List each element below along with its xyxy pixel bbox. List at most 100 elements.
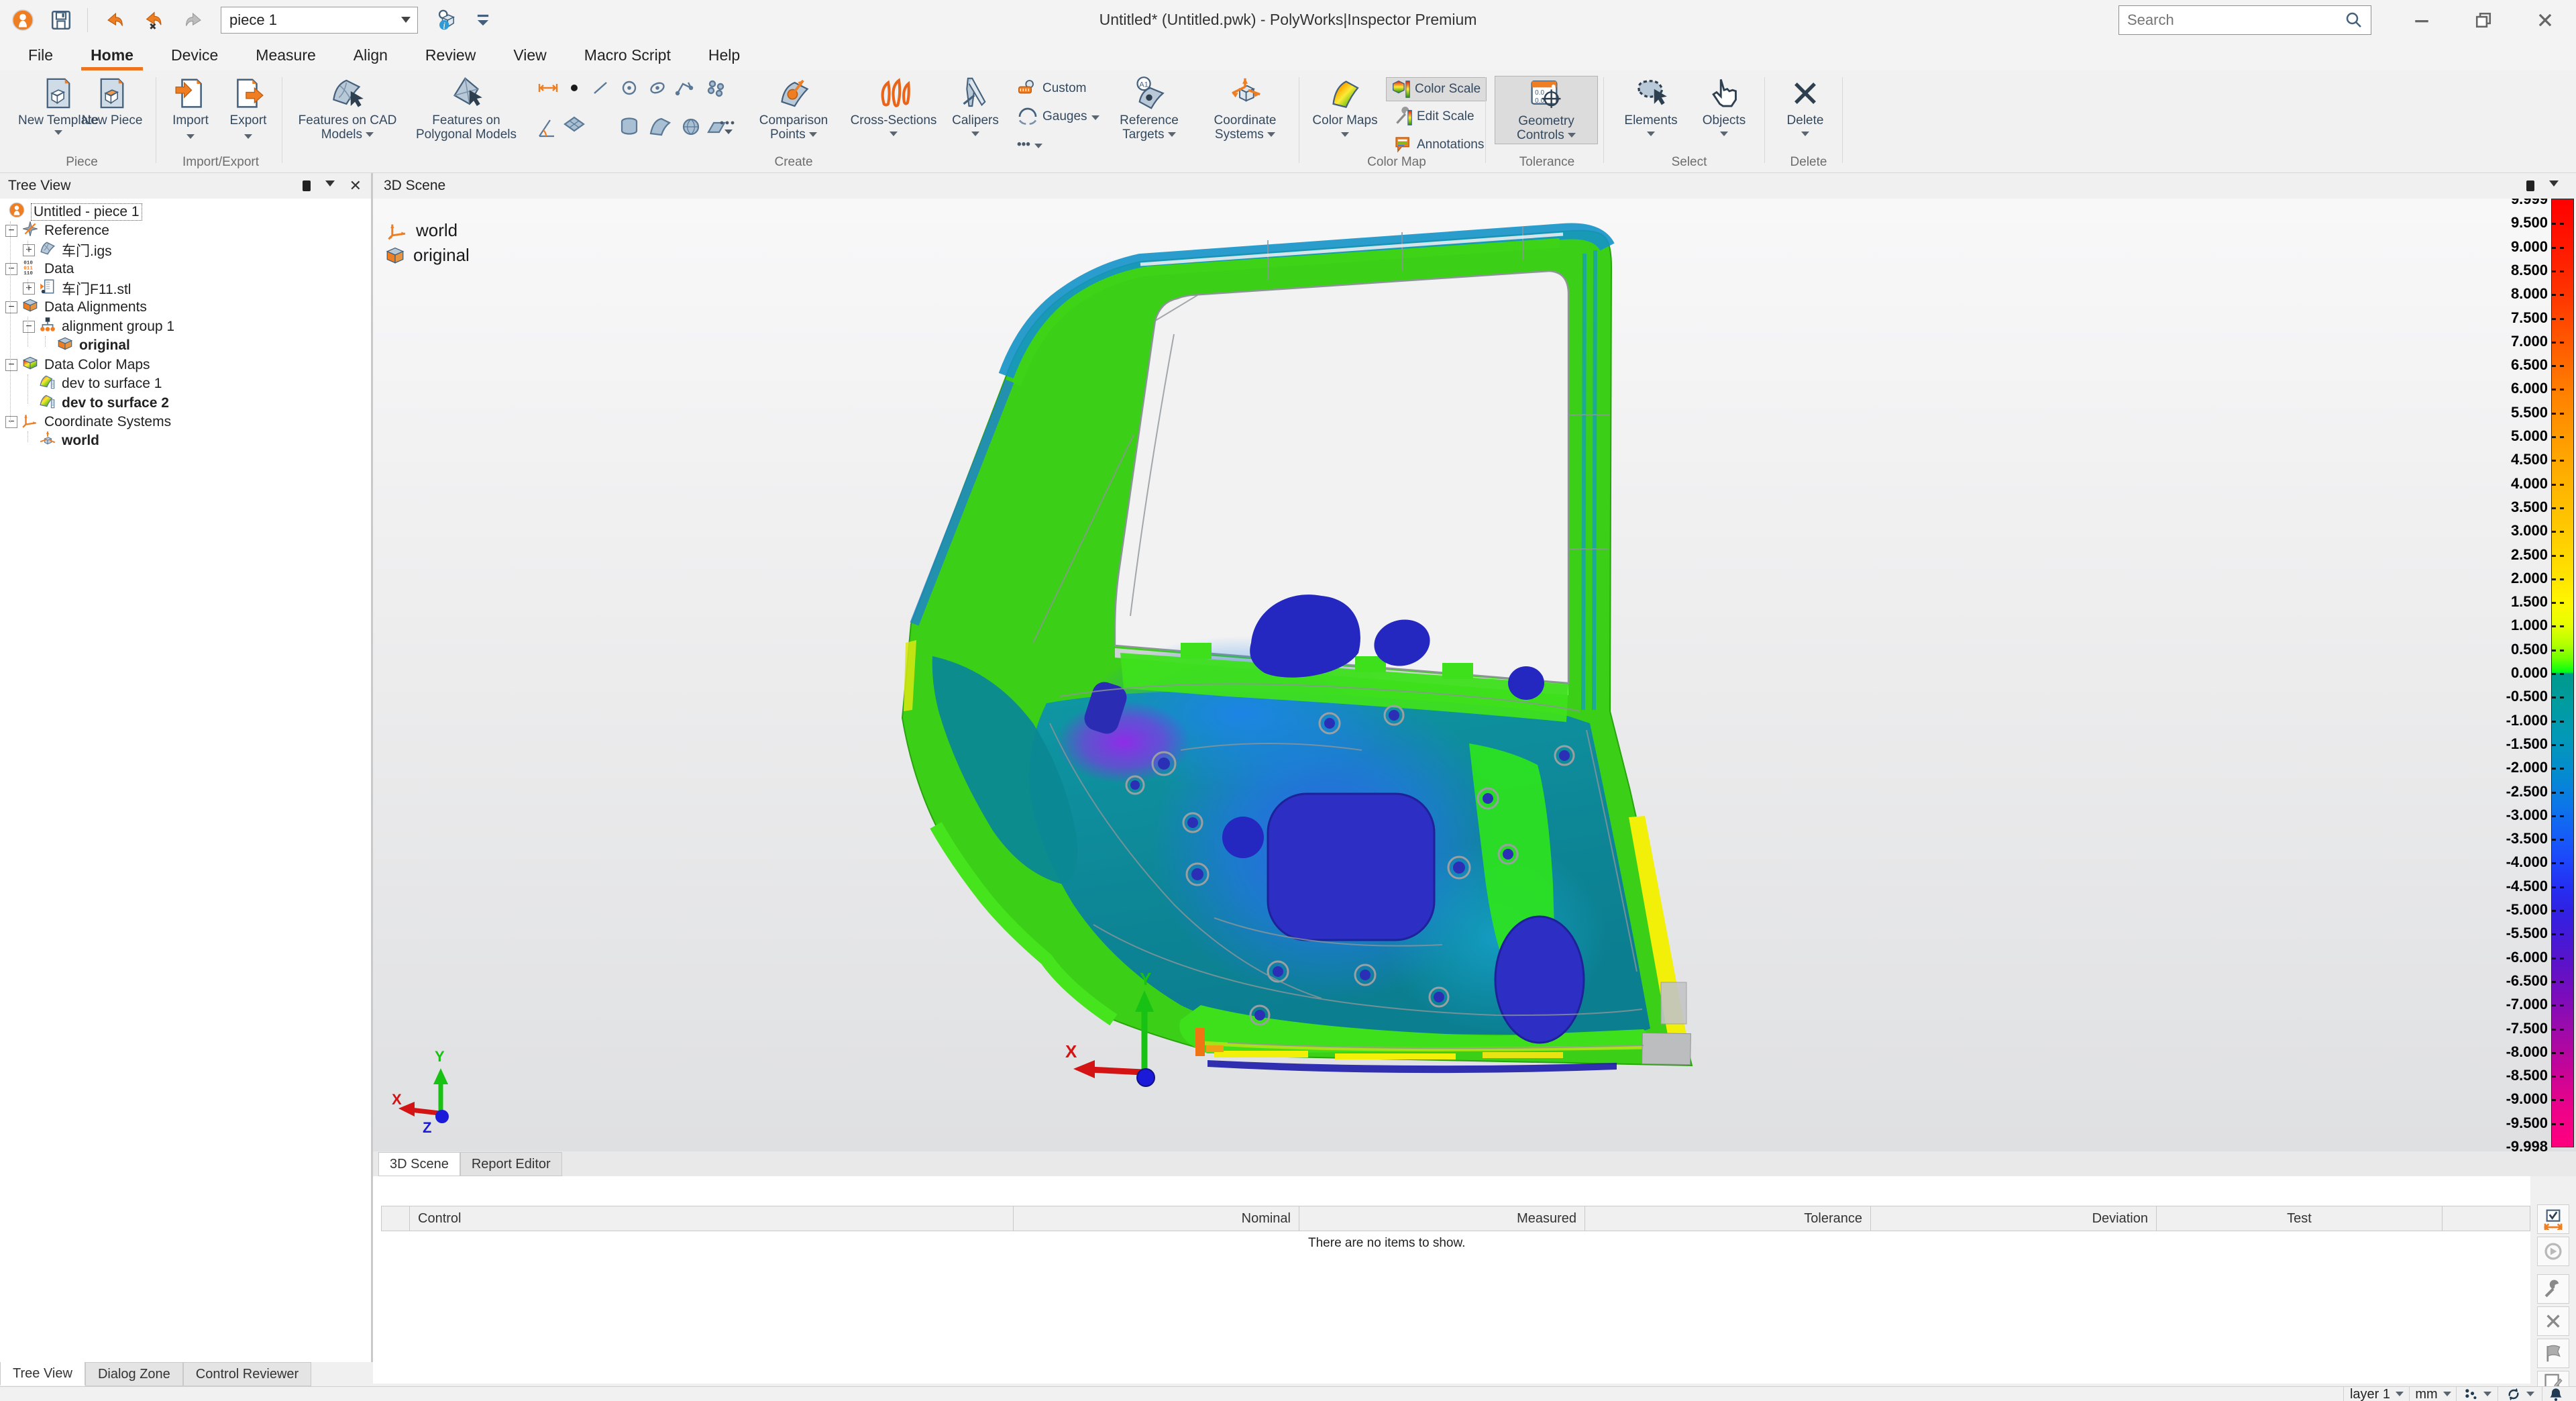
tree-item-world[interactable]: world [23, 431, 99, 450]
menu-item-view[interactable]: View [494, 40, 565, 70]
new-piece-button[interactable]: New Piece [75, 76, 149, 127]
cross-sections-button[interactable]: Cross-Sections [847, 76, 941, 138]
panel-menu-icon[interactable] [2549, 180, 2559, 191]
calipers-button[interactable]: Calipers [943, 76, 1008, 138]
pin-icon[interactable] [303, 180, 311, 191]
tree-item-reference[interactable]: −Reference [5, 221, 109, 240]
tree-item-车门-igs[interactable]: +车门.igs [23, 241, 112, 260]
menu-item-review[interactable]: Review [407, 40, 494, 70]
menu-item-home[interactable]: Home [72, 40, 152, 70]
tree-item-alignment-group-1[interactable]: −alignment group 1 [23, 317, 174, 336]
custom-gauge-button[interactable]: Custom [1012, 77, 1091, 100]
sync-menu[interactable] [2498, 1387, 2542, 1401]
color-scale-toggle[interactable]: Color Scale [1386, 77, 1487, 101]
scale-tick-mark [2552, 223, 2564, 225]
features-on-cad-models-button[interactable]: Features on CAD Models [294, 76, 401, 142]
undo-button[interactable] [103, 9, 127, 32]
measure-disabled-button[interactable] [2537, 1237, 2569, 1266]
color-scale-bar[interactable] [2551, 199, 2574, 1147]
tree-expand-toggle[interactable]: − [23, 321, 35, 333]
world-overlay-item[interactable]: world [386, 220, 458, 241]
tree-item-untitled-piece-1[interactable]: Untitled - piece 1 [4, 203, 142, 221]
features-on-polygonal-models-button[interactable]: Features on Polygonal Models [402, 76, 530, 142]
search-input[interactable] [2119, 11, 2344, 30]
customize-toolbar-icon[interactable] [474, 11, 492, 29]
annotations-button[interactable]: Annotations [1389, 134, 1489, 156]
feature-primitives-toolbar[interactable] [537, 80, 738, 147]
tree-item-data-color-maps[interactable]: −Data Color Maps [5, 356, 150, 374]
select-objects-button[interactable]: Objects [1690, 76, 1758, 138]
search-box[interactable] [2118, 5, 2371, 35]
tab-control-reviewer[interactable]: Control Reviewer [183, 1362, 311, 1386]
tab-3d-scene[interactable]: 3D Scene [378, 1152, 460, 1176]
tree-expand-toggle[interactable]: + [23, 282, 35, 295]
flag-control-button[interactable] [2537, 1339, 2569, 1368]
tree-item-original[interactable]: original [40, 336, 130, 355]
column-header-test[interactable]: Test [2157, 1206, 2443, 1231]
comparison-points-button[interactable]: Comparison Points [743, 76, 844, 142]
more-create-options-button[interactable]: ••• [1012, 134, 1048, 156]
tree-item-coordinate-systems[interactable]: −Coordinate Systems [5, 413, 171, 431]
reference-targets-button[interactable]: A1 Reference Targets [1106, 76, 1193, 142]
geometry-controls-toggle[interactable]: 0.00.0 Geometry Controls [1495, 76, 1598, 144]
undo-all-button[interactable] [142, 9, 167, 32]
tree-expand-toggle[interactable]: − [5, 301, 17, 313]
column-header-control[interactable]: Control [410, 1206, 1014, 1231]
tree-expand-toggle[interactable]: − [5, 359, 17, 371]
tab-dialog-zone[interactable]: Dialog Zone [85, 1362, 183, 1386]
column-header-measured[interactable]: Measured [1299, 1206, 1585, 1231]
color-maps-button[interactable]: Color Maps [1308, 76, 1382, 142]
piece-info-icon[interactable]: i [433, 7, 460, 34]
column-header-nominal[interactable]: Nominal [1014, 1206, 1299, 1231]
units-value: mm [2415, 1387, 2437, 1401]
door-model-3d[interactable] [892, 213, 1731, 1086]
original-overlay-item[interactable]: original [384, 244, 470, 266]
pin-icon[interactable] [2526, 180, 2534, 191]
select-elements-button[interactable]: Elements [1614, 76, 1688, 138]
tree-item-data[interactable]: −010011110Data [5, 260, 74, 278]
tree-item-label: Untitled - piece 1 [31, 203, 142, 221]
tree-expand-toggle[interactable]: − [5, 416, 17, 428]
notifications-button[interactable] [2542, 1387, 2569, 1401]
column-header-tolerance[interactable]: Tolerance [1585, 1206, 1871, 1231]
close-button[interactable] [2514, 0, 2576, 40]
redo-button[interactable] [182, 9, 206, 32]
remove-control-button[interactable] [2537, 1306, 2569, 1336]
tree-expand-toggle[interactable]: + [23, 244, 35, 256]
restore-button[interactable] [2453, 0, 2514, 40]
save-button[interactable] [50, 9, 72, 32]
edit-tools-button[interactable] [2537, 1274, 2569, 1304]
tab-tree-view[interactable]: Tree View [0, 1362, 85, 1386]
layer-selector[interactable]: layer 1 [2343, 1387, 2410, 1401]
panel-close-icon[interactable]: ✕ [350, 179, 362, 193]
menu-item-help[interactable]: Help [690, 40, 759, 70]
column-header-deviation[interactable]: Deviation [1871, 1206, 2157, 1231]
tree-expand-toggle[interactable]: − [5, 263, 17, 275]
coordinate-systems-button[interactable]: Coordinate Systems [1198, 76, 1292, 142]
menu-item-align[interactable]: Align [335, 40, 407, 70]
digital-readout-menu[interactable] [2456, 1387, 2498, 1401]
tree-expand-toggle[interactable]: − [5, 225, 17, 237]
import-button[interactable]: Import [164, 76, 217, 140]
tab-report-editor[interactable]: Report Editor [460, 1152, 562, 1176]
minimize-button[interactable] [2391, 0, 2453, 40]
tree-item-data-alignments[interactable]: −Data Alignments [5, 298, 147, 317]
search-icon[interactable] [2344, 10, 2364, 30]
units-selector[interactable]: mm [2409, 1387, 2457, 1401]
menu-item-file[interactable]: File [9, 40, 72, 70]
menu-item-macro-script[interactable]: Macro Script [566, 40, 690, 70]
check-fit-tolerance-button[interactable] [2537, 1204, 2569, 1234]
gauges-button[interactable]: Gauges [1012, 105, 1105, 128]
menu-item-device[interactable]: Device [152, 40, 237, 70]
panel-menu-icon[interactable] [325, 180, 335, 191]
tree-item-车门f11-stl[interactable]: +车门F11.stl [23, 279, 131, 298]
viewport-3d[interactable]: world original [373, 199, 2576, 1151]
edit-scale-button[interactable]: Edit Scale [1389, 105, 1480, 128]
delete-button[interactable]: Delete [1775, 76, 1835, 138]
export-button[interactable]: Export [221, 76, 275, 140]
piece-selector-combo[interactable]: piece 1 [221, 7, 418, 34]
tree-item-dev-to-surface-2[interactable]: dev to surface 2 [23, 394, 169, 413]
tree-item-dev-to-surface-1[interactable]: dev to surface 1 [23, 374, 162, 393]
menu-item-measure[interactable]: Measure [237, 40, 334, 70]
polyworks-logo-icon[interactable] [11, 8, 35, 32]
